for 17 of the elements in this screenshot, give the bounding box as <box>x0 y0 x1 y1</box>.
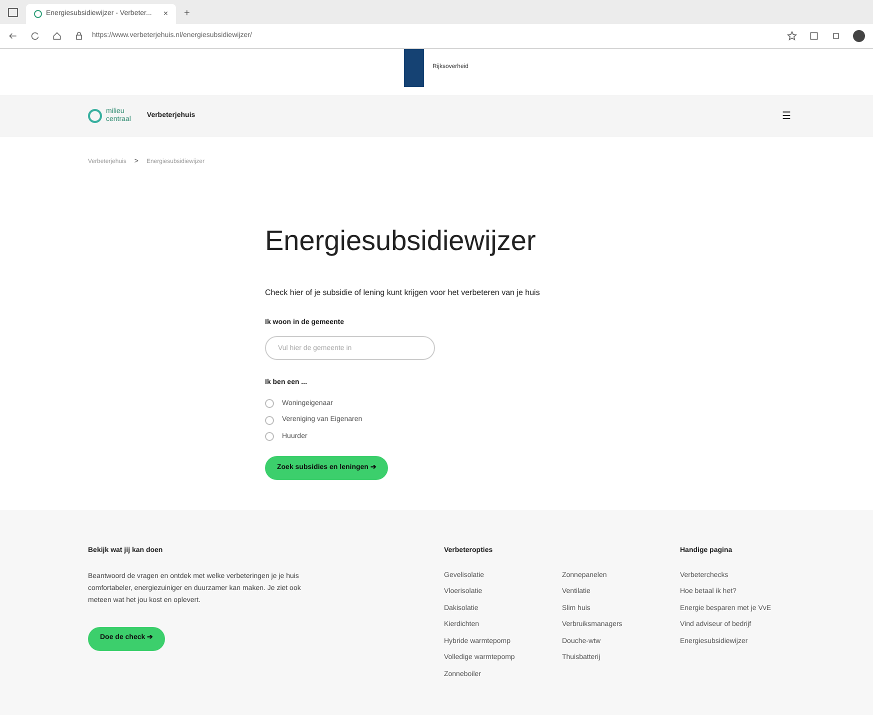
home-icon[interactable] <box>52 31 62 41</box>
lock-icon[interactable] <box>74 31 84 41</box>
back-icon[interactable] <box>8 31 18 41</box>
intro-text: Check hier of je subsidie of lening kunt krijgen voor het verbeteren van je huis <box>265 286 541 299</box>
favicon-icon <box>34 10 42 18</box>
page-title: Energiesubsidiewijzer <box>265 224 536 258</box>
refresh-icon[interactable] <box>30 31 40 41</box>
favorite-icon[interactable] <box>787 31 797 41</box>
radio-button[interactable] <box>265 416 274 425</box>
emblem-logo <box>404 49 424 87</box>
menu-button[interactable]: ☰ <box>782 108 791 124</box>
radio-button[interactable] <box>265 432 274 442</box>
radio-button[interactable] <box>265 399 274 408</box>
profile-avatar[interactable] <box>853 30 865 42</box>
ring-logo-icon <box>88 109 102 123</box>
new-tab-button[interactable]: + <box>184 6 190 21</box>
close-tab-button[interactable]: × <box>163 8 168 20</box>
